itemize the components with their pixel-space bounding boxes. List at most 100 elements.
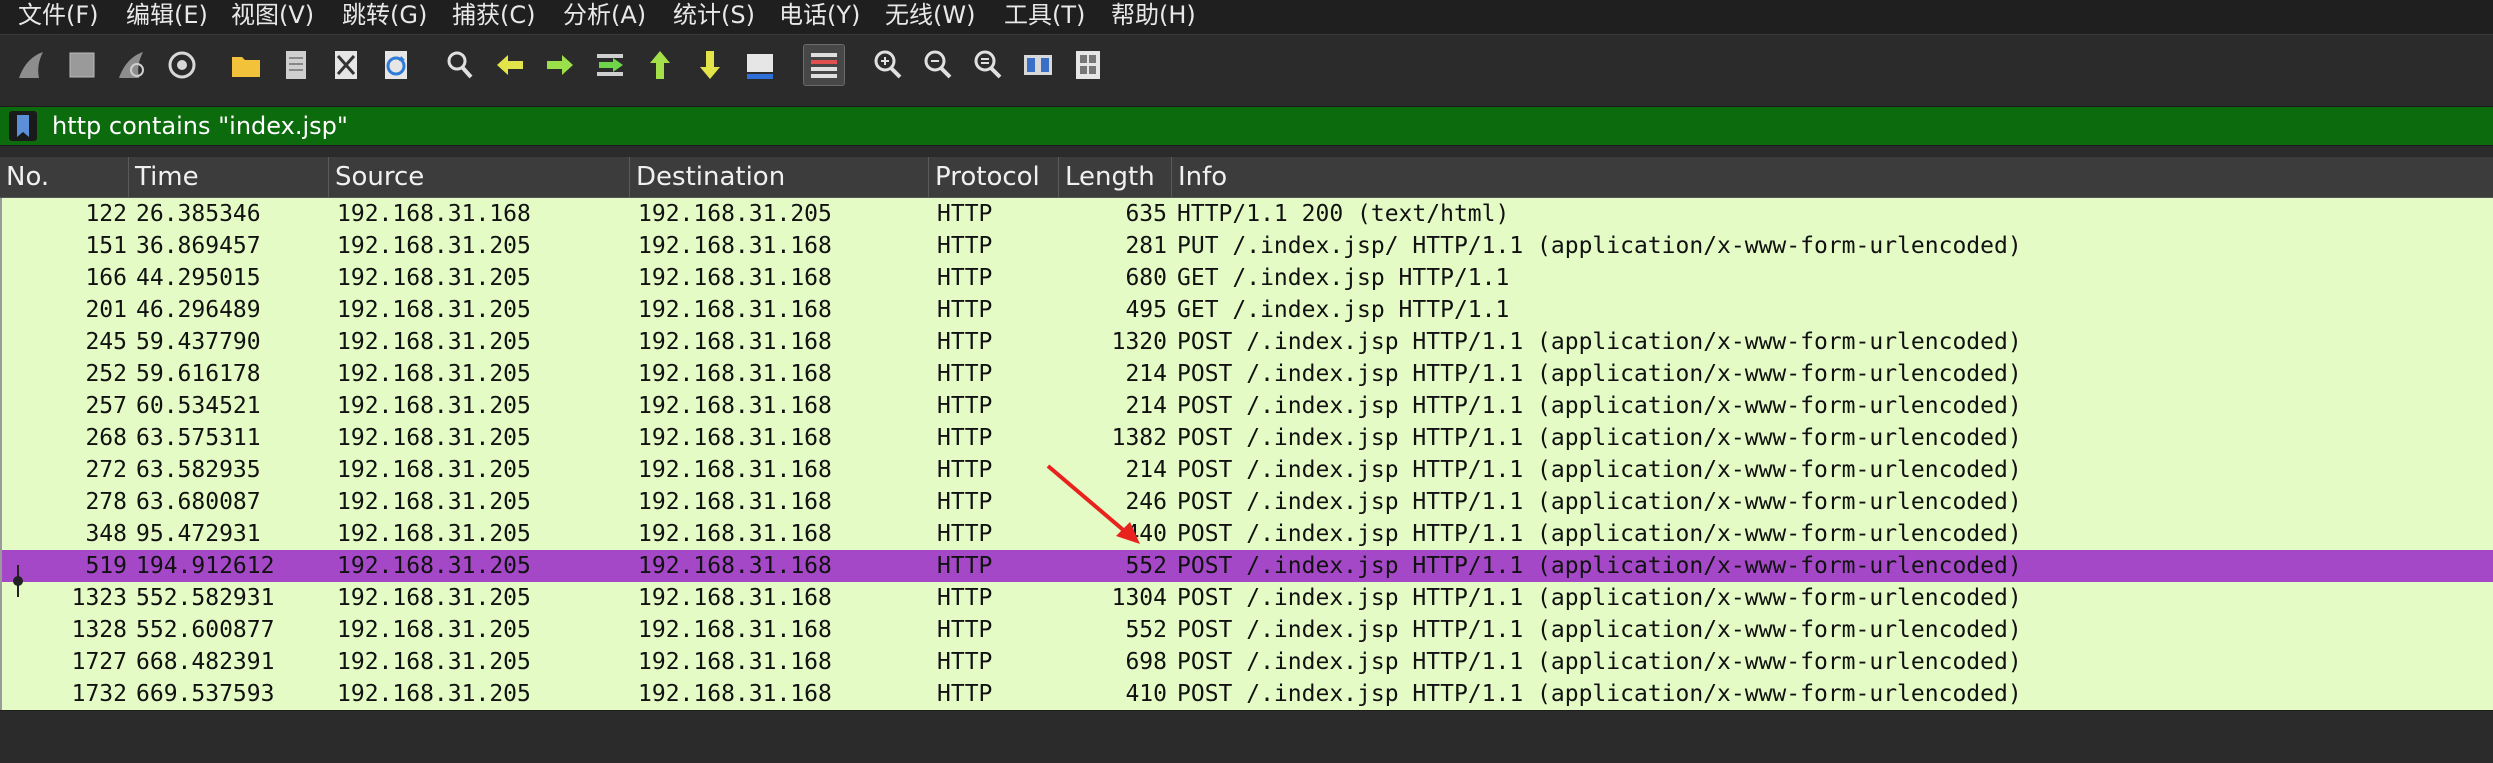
close-file-icon[interactable] [328, 47, 364, 83]
packet-row[interactable]: 348 95.472931 192.168.31.205 192.168.31.168… [0, 518, 2493, 550]
cell-no: 252 [85, 361, 127, 387]
menu-go[interactable]: 跳转(G) [342, 0, 427, 34]
menu-capture[interactable]: 捕获(C) [452, 0, 535, 34]
menu-file[interactable]: 文件(F) [18, 0, 99, 34]
packet-row[interactable]: 1328 552.600877 192.168.31.205 192.168.31.1… [0, 614, 2493, 646]
cell-protocol: HTTP [937, 617, 993, 643]
cell-protocol: HTTP [937, 649, 993, 675]
cell-no: 245 [85, 329, 127, 355]
go-first-packet-icon[interactable] [642, 47, 678, 83]
menu-analyze[interactable]: 分析(A) [563, 0, 646, 34]
shark-fin-restart-icon[interactable] [114, 47, 150, 83]
packet-row[interactable]: 252 59.616178 192.168.31.205 192.168.31.168… [0, 358, 2493, 390]
column-header-no[interactable]: No. [0, 157, 129, 197]
menu-help[interactable]: 帮助(H) [1111, 0, 1196, 34]
capture-options-gear-icon[interactable] [164, 47, 200, 83]
cell-destination: 192.168.31.168 [638, 297, 832, 323]
packet-row[interactable]: 122 26.385346 192.168.31.168 192.168.31.205… [0, 198, 2493, 230]
stop-square-icon[interactable] [64, 47, 100, 83]
open-folder-icon[interactable] [228, 47, 264, 83]
colorize-list-icon[interactable] [803, 44, 845, 86]
cell-source: 192.168.31.205 [337, 681, 531, 707]
find-magnifier-icon[interactable] [442, 47, 478, 83]
menu-wireless[interactable]: 无线(W) [885, 0, 975, 34]
cell-info: POST /.index.jsp HTTP/1.1 (application/x… [1177, 457, 2022, 483]
cell-destination: 192.168.31.168 [638, 489, 832, 515]
cell-length: 495 [1125, 297, 1167, 323]
packet-row[interactable]: 1323 552.582931 192.168.31.205 192.168.31.1… [0, 582, 2493, 614]
cell-protocol: HTTP [937, 393, 993, 419]
cell-source: 192.168.31.205 [337, 329, 531, 355]
column-header-source[interactable]: Source [329, 157, 630, 197]
display-filter-input[interactable]: http contains "index.jsp" [52, 107, 348, 145]
cell-source: 192.168.31.205 [337, 393, 531, 419]
packet-row[interactable]: 151 36.869457 192.168.31.205 192.168.31.168… [0, 230, 2493, 262]
cell-length: 281 [1125, 233, 1167, 259]
cell-info: POST /.index.jsp HTTP/1.1 (application/x… [1177, 617, 2022, 643]
cell-destination: 192.168.31.168 [638, 265, 832, 291]
packet-row[interactable]: 166 44.295015 192.168.31.205 192.168.31.168… [0, 262, 2493, 294]
menu-statistics[interactable]: 统计(S) [673, 0, 755, 34]
cell-destination: 192.168.31.168 [638, 681, 832, 707]
cell-destination: 192.168.31.168 [638, 457, 832, 483]
column-header-time[interactable]: Time [129, 157, 329, 197]
go-forward-arrow-icon[interactable] [542, 47, 578, 83]
cell-no: 166 [85, 265, 127, 291]
column-header-protocol[interactable]: Protocol [929, 157, 1059, 197]
cell-info: POST /.index.jsp HTTP/1.1 (application/x… [1177, 393, 2022, 419]
main-toolbar [0, 34, 2493, 96]
packet-row[interactable]: 278 63.680087 192.168.31.205 192.168.31.168… [0, 486, 2493, 518]
menu-edit[interactable]: 编辑(E) [126, 0, 208, 34]
shark-fin-start-icon[interactable] [14, 47, 50, 83]
go-last-packet-icon[interactable] [692, 47, 728, 83]
cell-source: 192.168.31.205 [337, 425, 531, 451]
cell-time: 668.482391 [136, 649, 275, 675]
cell-time: 63.582935 [136, 457, 261, 483]
display-filter-bar: http contains "index.jsp" [0, 106, 2493, 146]
column-header-length[interactable]: Length [1059, 157, 1172, 197]
packet-row[interactable]: 201 46.296489 192.168.31.205 192.168.31.168… [0, 294, 2493, 326]
autoscroll-icon[interactable] [742, 47, 778, 83]
go-to-packet-icon[interactable] [592, 47, 628, 83]
packet-row[interactable]: 272 63.582935 192.168.31.205 192.168.31.168… [0, 454, 2493, 486]
column-header-destination[interactable]: Destination [630, 157, 929, 197]
cell-info: POST /.index.jsp HTTP/1.1 (application/x… [1177, 521, 2022, 547]
resize-columns-icon[interactable] [1020, 47, 1056, 83]
cell-length: 552 [1125, 617, 1167, 643]
packet-row[interactable]: 257 60.534521 192.168.31.205 192.168.31.168… [0, 390, 2493, 422]
empty-pane [0, 710, 2493, 763]
time-format-icon[interactable] [1070, 47, 1106, 83]
cell-destination: 192.168.31.168 [638, 329, 832, 355]
cell-length: 552 [1125, 553, 1167, 579]
cell-no: 122 [85, 201, 127, 227]
cell-protocol: HTTP [937, 585, 993, 611]
save-file-icon[interactable] [278, 47, 314, 83]
cell-source: 192.168.31.205 [337, 489, 531, 515]
packet-row[interactable]: 1727 668.482391 192.168.31.205 192.168.31.1… [0, 646, 2493, 678]
zoom-out-icon[interactable] [920, 47, 956, 83]
cell-time: 669.537593 [136, 681, 275, 707]
packet-row[interactable]: 519 194.912612 192.168.31.205 192.168.31.16… [0, 550, 2493, 582]
packet-row[interactable]: 245 59.437790 192.168.31.205 192.168.31.168… [0, 326, 2493, 358]
bookmark-icon[interactable] [9, 111, 37, 141]
packet-row[interactable]: 268 63.575311 192.168.31.205 192.168.31.168… [0, 422, 2493, 454]
menu-telephony[interactable]: 电话(Y) [779, 0, 860, 34]
cell-info: POST /.index.jsp HTTP/1.1 (application/x… [1177, 553, 2022, 579]
cell-source: 192.168.31.205 [337, 553, 531, 579]
cell-source: 192.168.31.205 [337, 297, 531, 323]
reload-icon[interactable] [378, 47, 414, 83]
menu-tools[interactable]: 工具(T) [1004, 0, 1085, 34]
cell-info: PUT /.index.jsp/ HTTP/1.1 (application/x… [1177, 233, 2022, 259]
cell-protocol: HTTP [937, 297, 993, 323]
zoom-normal-icon[interactable] [970, 47, 1006, 83]
cell-time: 46.296489 [136, 297, 261, 323]
cell-destination: 192.168.31.168 [638, 233, 832, 259]
menu-view[interactable]: 视图(V) [231, 0, 314, 34]
go-back-arrow-icon[interactable] [492, 47, 528, 83]
packet-row[interactable]: 1732 669.537593 192.168.31.205 192.168.31.1… [0, 678, 2493, 710]
cell-protocol: HTTP [937, 233, 993, 259]
zoom-in-icon[interactable] [870, 47, 906, 83]
column-header-info[interactable]: Info [1172, 157, 2493, 197]
cell-protocol: HTTP [937, 553, 993, 579]
cell-info: POST /.index.jsp HTTP/1.1 (application/x… [1177, 649, 2022, 675]
